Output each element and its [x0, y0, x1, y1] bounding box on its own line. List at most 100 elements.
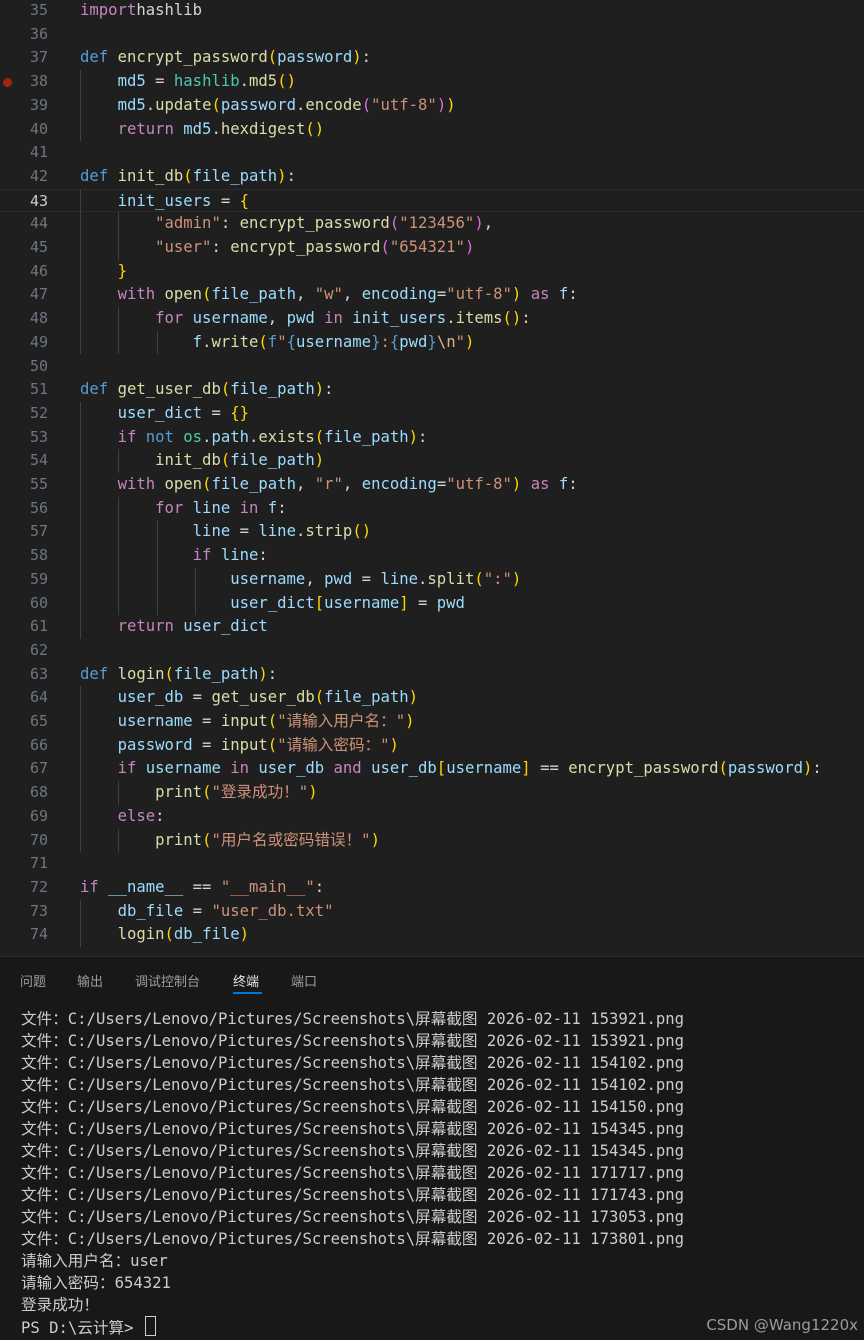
code-token: "utf-8" [371, 95, 437, 114]
code-line[interactable]: 49 f.write(f"{username}:{pwd}\n") [0, 331, 864, 355]
code-token: . [295, 95, 306, 114]
code-line[interactable]: 44 "admin": encrypt_password("123456"), [0, 212, 864, 236]
code-text: with open(file_path, "r", encoding="utf-… [80, 473, 578, 497]
code-line[interactable]: 43 init_users = { [0, 188, 864, 213]
code-line[interactable]: 42 def init_db(file_path): [0, 165, 864, 189]
tab-ports[interactable]: 端口 [291, 971, 317, 990]
code-line[interactable]: 65 username = input("请输入用户名：") [0, 710, 864, 734]
code-line[interactable]: 54 init_db(file_path) [0, 449, 864, 473]
code-token: if [80, 877, 109, 896]
code-line[interactable]: 51 def get_user_db(file_path): [0, 378, 864, 402]
code-line[interactable]: 63 def login(file_path): [0, 663, 864, 687]
terminal-line: 文件：C:/Users/Lenovo/Pictures/Screenshots\… [21, 1230, 685, 1248]
terminal-prompt-line[interactable]: PS D:\云计算> [21, 1316, 684, 1338]
tab-output[interactable]: 输出 [77, 971, 103, 990]
code-line[interactable]: 70 print("用户名或密码错误！") [0, 829, 864, 853]
code-token: in [314, 309, 353, 328]
tab-problems[interactable]: 问题 [20, 971, 46, 990]
code-token: get_user_db [117, 380, 221, 399]
code-line[interactable]: 64 user_db = get_user_db(file_path) [0, 686, 864, 710]
code-token: "utf-8" [446, 285, 512, 304]
tab-debug-console[interactable]: 调试控制台 [135, 971, 200, 990]
code-token: hashlib [136, 1, 203, 19]
code-line[interactable]: 58 if line: [0, 544, 864, 568]
code-line[interactable]: 41 [0, 141, 864, 165]
indent-guide [80, 899, 81, 947]
line-number: 63 [29, 664, 48, 683]
code-line[interactable]: 73 db_file = "user_db.txt" [0, 900, 864, 924]
code-text: username = input("请输入用户名：") [80, 710, 415, 734]
code-line[interactable]: 68 print("登录成功！") [0, 781, 864, 805]
code-token: md5 [117, 95, 146, 114]
code-token: ( [474, 569, 484, 588]
code-line[interactable]: 55 with open(file_path, "r", encoding="u… [0, 473, 864, 497]
code-token: ) [436, 95, 447, 114]
code-line[interactable]: 69 else: [0, 805, 864, 829]
line-number: 73 [29, 901, 48, 920]
code-line[interactable]: 59 username, pwd = line.split(":") [0, 568, 864, 592]
code-token: db_file [173, 925, 240, 944]
code-token: ) [464, 238, 475, 256]
code-token: . [446, 309, 456, 328]
code-line[interactable]: 67 if username in user_db and user_db[us… [0, 757, 864, 781]
code-token: ) [389, 735, 399, 754]
code-token: : [418, 427, 428, 446]
code-line[interactable]: 48 for username, pwd in init_users.items… [0, 307, 864, 331]
code-token: username [324, 593, 400, 612]
code-line[interactable]: 71 [0, 852, 864, 876]
code-token: = [230, 522, 259, 541]
code-line[interactable]: 40 return md5.hexdigest() [0, 118, 864, 142]
code-token: ( [267, 48, 278, 67]
code-line[interactable]: 47 with open(file_path, "w", encoding="u… [0, 283, 864, 307]
code-token: __name__ [108, 877, 184, 896]
code-line[interactable]: 57 line = line.strip() [0, 520, 864, 544]
code-line[interactable]: 39 md5.update(password.encode("utf-8")) [0, 94, 864, 118]
code-token: ( [220, 380, 231, 399]
code-token: ( [314, 688, 325, 707]
code-line[interactable]: 45 "user": encrypt_password("654321") [0, 236, 864, 260]
code-token: ( [220, 451, 231, 470]
code-token: , [295, 285, 315, 304]
code-line[interactable]: 62 [0, 639, 864, 663]
terminal-prompt: PS D:\云计算> [21, 1319, 143, 1337]
code-token: def [80, 664, 118, 683]
code-line[interactable]: 66 password = input("请输入密码：") [0, 734, 864, 758]
code-token: write [211, 332, 259, 351]
code-line[interactable]: 52 user_dict = {} [0, 402, 864, 426]
code-token: { [286, 332, 296, 351]
code-token: file_path [230, 380, 315, 399]
code-token: ( [258, 332, 268, 351]
code-line[interactable]: 37 def encrypt_password(password): [0, 46, 864, 70]
code-line[interactable]: 56 for line in f: [0, 497, 864, 521]
code-line[interactable]: 46 } [0, 260, 864, 284]
code-line[interactable]: 61 return user_dict [0, 615, 864, 639]
code-line[interactable]: 38 md5 = hashlib.md5() [0, 70, 864, 94]
code-line[interactable]: 72 if __name__ == "__main__": [0, 876, 864, 900]
line-number: 53 [29, 427, 48, 446]
code-line[interactable]: 74 login(db_file) [0, 923, 864, 947]
code-editor[interactable]: 35 importhashlib 36 37 def encrypt_password(… [0, 0, 864, 956]
code-line[interactable]: 50 [0, 355, 864, 379]
code-line[interactable]: 53 if not os.path.exists(file_path): [0, 426, 864, 450]
code-token: : [258, 546, 268, 565]
code-token: {} [230, 403, 250, 422]
code-token: "用户名或密码错误！" [211, 830, 371, 849]
code-line[interactable]: 35 importhashlib [0, 0, 864, 23]
line-number: 42 [29, 166, 48, 185]
code-line[interactable]: 60 user_dict[username] = pwd [0, 592, 864, 616]
terminal-output[interactable]: 文件：C:/Users/Lenovo/Pictures/Screenshots\… [21, 1008, 684, 1338]
code-token: = [436, 475, 447, 493]
tab-terminal[interactable]: 终端 [233, 971, 259, 990]
terminal-line: 文件：C:/Users/Lenovo/Pictures/Screenshots\… [21, 1076, 685, 1094]
code-token: hexdigest [220, 119, 306, 138]
code-line[interactable]: 36 [0, 23, 864, 47]
code-token: if [192, 546, 221, 565]
